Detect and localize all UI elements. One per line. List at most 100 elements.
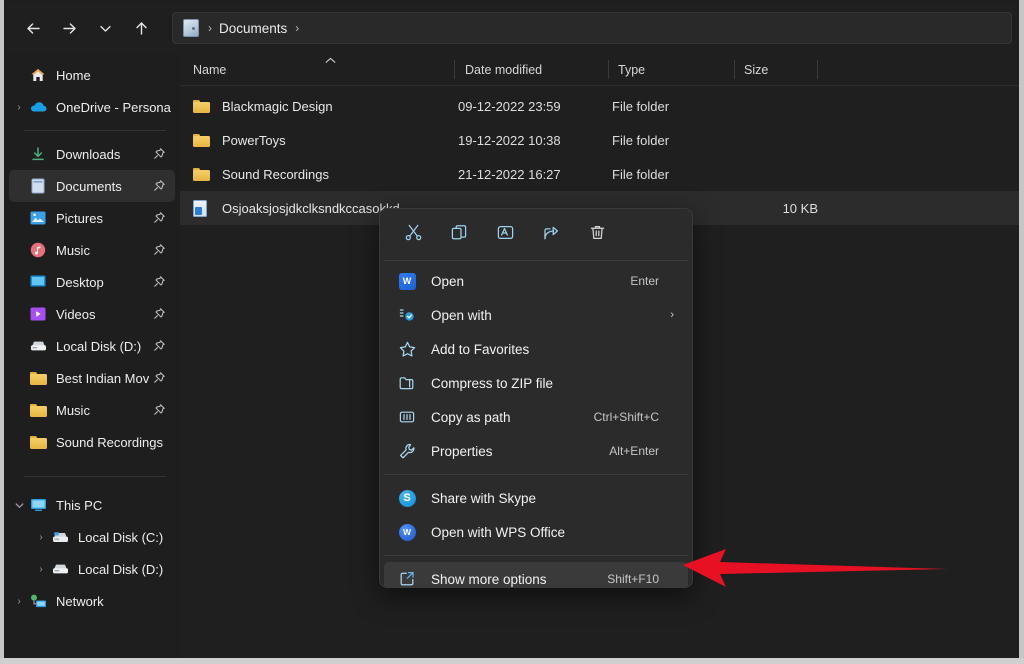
skype-icon: S bbox=[397, 488, 417, 508]
chevron-right-icon[interactable]: › bbox=[31, 532, 51, 543]
file-name-cell: Osjoaksjosjdkclksndkccasokkd bbox=[193, 200, 400, 217]
type-cell: File folder bbox=[612, 99, 669, 114]
column-divider[interactable] bbox=[608, 60, 609, 79]
open-with-icon bbox=[397, 305, 417, 325]
sidebar-item-downloads[interactable]: › Downloads bbox=[9, 138, 175, 170]
table-row[interactable]: PowerToys 19-12-2022 10:38 File folder bbox=[180, 123, 1019, 157]
pin-icon[interactable] bbox=[153, 179, 166, 192]
table-row[interactable]: Sound Recordings 21-12-2022 16:27 File f… bbox=[180, 157, 1019, 191]
breadcrumb-separator: › bbox=[208, 21, 212, 35]
column-header-date-modified[interactable]: Date modified bbox=[465, 53, 542, 86]
desktop-icon bbox=[29, 273, 47, 291]
menu-item-properties[interactable]: Properties Alt+Enter bbox=[384, 434, 688, 468]
chevron-right-icon[interactable]: › bbox=[31, 564, 51, 575]
pin-icon[interactable] bbox=[153, 339, 166, 352]
column-header-label: Size bbox=[744, 63, 768, 77]
menu-item-share-with-skype[interactable]: S Share with Skype bbox=[384, 481, 688, 515]
menu-item-add-to-favorites[interactable]: Add to Favorites bbox=[384, 332, 688, 366]
back-button[interactable] bbox=[16, 11, 50, 45]
drive-c-icon bbox=[51, 528, 69, 546]
share-icon bbox=[542, 223, 561, 247]
folder-icon bbox=[193, 99, 212, 113]
sidebar-item-onedrive[interactable]: › OneDrive - Persona bbox=[9, 91, 175, 123]
documents-folder-icon bbox=[183, 19, 199, 37]
folder-icon bbox=[29, 401, 47, 419]
sidebar-item-desktop[interactable]: › Desktop bbox=[9, 266, 175, 298]
screenshot-root: › Documents › › Home › OneDrive - Person… bbox=[0, 0, 1024, 664]
document-icon bbox=[193, 200, 212, 217]
pin-icon[interactable] bbox=[153, 403, 166, 416]
submenu-chevron-icon: › bbox=[670, 309, 674, 321]
sidebar-item-home[interactable]: › Home bbox=[9, 59, 175, 91]
delete-button[interactable] bbox=[574, 218, 620, 252]
column-header-size[interactable]: Size bbox=[744, 53, 768, 86]
context-menu-separator bbox=[384, 260, 688, 261]
sidebar-item-videos[interactable]: › Videos bbox=[9, 298, 175, 330]
pin-icon[interactable] bbox=[153, 243, 166, 256]
copy-button[interactable] bbox=[436, 218, 482, 252]
cut-button[interactable] bbox=[390, 218, 436, 252]
sidebar-divider-1 bbox=[24, 130, 166, 131]
folder-icon bbox=[29, 433, 47, 451]
menu-item-show-more-options[interactable]: Show more options Shift+F10 bbox=[384, 562, 688, 588]
sidebar-item-network[interactable]: › Network bbox=[9, 585, 175, 617]
menu-item-shortcut: Ctrl+Shift+C bbox=[594, 410, 659, 424]
menu-item-label: Open with bbox=[431, 308, 492, 323]
sidebar-label: Network bbox=[56, 594, 104, 609]
table-row[interactable]: Blackmagic Design 09-12-2022 23:59 File … bbox=[180, 89, 1019, 123]
drive-d-icon bbox=[51, 560, 69, 578]
file-name-cell: PowerToys bbox=[193, 133, 286, 148]
menu-item-open-with-wps-office[interactable]: W Open with WPS Office bbox=[384, 515, 688, 549]
column-divider[interactable] bbox=[734, 60, 735, 79]
frame-right-edge bbox=[1019, 0, 1024, 664]
chevron-down-icon[interactable] bbox=[9, 500, 29, 511]
column-divider[interactable] bbox=[454, 60, 455, 79]
copy-path-icon bbox=[397, 407, 417, 427]
breadcrumb-documents[interactable]: Documents bbox=[219, 21, 287, 36]
recent-locations-button[interactable] bbox=[88, 11, 122, 45]
sidebar-item-local-disk-d[interactable]: › Local Disk (D:) bbox=[9, 553, 175, 585]
share-button[interactable] bbox=[528, 218, 574, 252]
pin-icon[interactable] bbox=[153, 307, 166, 320]
column-header-name[interactable]: Name bbox=[193, 53, 226, 86]
up-button[interactable] bbox=[124, 11, 158, 45]
forward-button[interactable] bbox=[52, 11, 86, 45]
menu-item-open[interactable]: W Open Enter bbox=[384, 264, 688, 298]
sidebar-item-music-folder[interactable]: › Music bbox=[9, 394, 175, 426]
menu-item-compress-to-zip[interactable]: Compress to ZIP file bbox=[384, 366, 688, 400]
sidebar-label: Local Disk (C:) bbox=[78, 530, 163, 545]
sidebar-item-local-disk-d-pinned[interactable]: › Local Disk (D:) bbox=[9, 330, 175, 362]
menu-item-copy-as-path[interactable]: Copy as path Ctrl+Shift+C bbox=[384, 400, 688, 434]
breadcrumb-separator-trailing[interactable]: › bbox=[295, 21, 299, 35]
folder-icon bbox=[193, 167, 212, 181]
pin-icon[interactable] bbox=[153, 147, 166, 160]
sidebar-divider-2 bbox=[24, 476, 166, 477]
onedrive-cloud-icon bbox=[29, 98, 47, 116]
sidebar-item-documents[interactable]: › Documents bbox=[9, 170, 175, 202]
sidebar-item-music[interactable]: › Music bbox=[9, 234, 175, 266]
pin-icon[interactable] bbox=[153, 211, 166, 224]
pin-icon[interactable] bbox=[153, 275, 166, 288]
size-cell: 10 KB bbox=[738, 201, 818, 216]
sidebar-item-sound-recordings[interactable]: › Sound Recordings bbox=[9, 426, 175, 458]
menu-item-open-with[interactable]: Open with › bbox=[384, 298, 688, 332]
sidebar-item-pictures[interactable]: › Pictures bbox=[9, 202, 175, 234]
address-bar[interactable]: › Documents › bbox=[172, 12, 1012, 44]
chevron-right-icon[interactable]: › bbox=[9, 102, 29, 113]
date-modified-cell: 09-12-2022 23:59 bbox=[458, 99, 561, 114]
rename-button[interactable] bbox=[482, 218, 528, 252]
chevron-right-icon[interactable]: › bbox=[9, 596, 29, 607]
sidebar-label: Best Indian Mov bbox=[56, 371, 149, 386]
column-divider[interactable] bbox=[817, 60, 818, 79]
column-header-label: Type bbox=[618, 63, 645, 77]
sidebar-item-this-pc[interactable]: This PC bbox=[9, 489, 175, 521]
date-modified-cell: 21-12-2022 16:27 bbox=[458, 167, 561, 182]
star-icon bbox=[397, 339, 417, 359]
sidebar-label: Music bbox=[56, 403, 90, 418]
file-name-label: Osjoaksjosjdkclksndkccasokkd bbox=[222, 201, 400, 216]
sidebar-item-best-indian-mov[interactable]: › Best Indian Mov bbox=[9, 362, 175, 394]
sidebar-item-local-disk-c[interactable]: › Local Disk (C:) bbox=[9, 521, 175, 553]
documents-icon bbox=[29, 177, 47, 195]
pin-icon[interactable] bbox=[153, 371, 166, 384]
column-header-type[interactable]: Type bbox=[618, 53, 645, 86]
